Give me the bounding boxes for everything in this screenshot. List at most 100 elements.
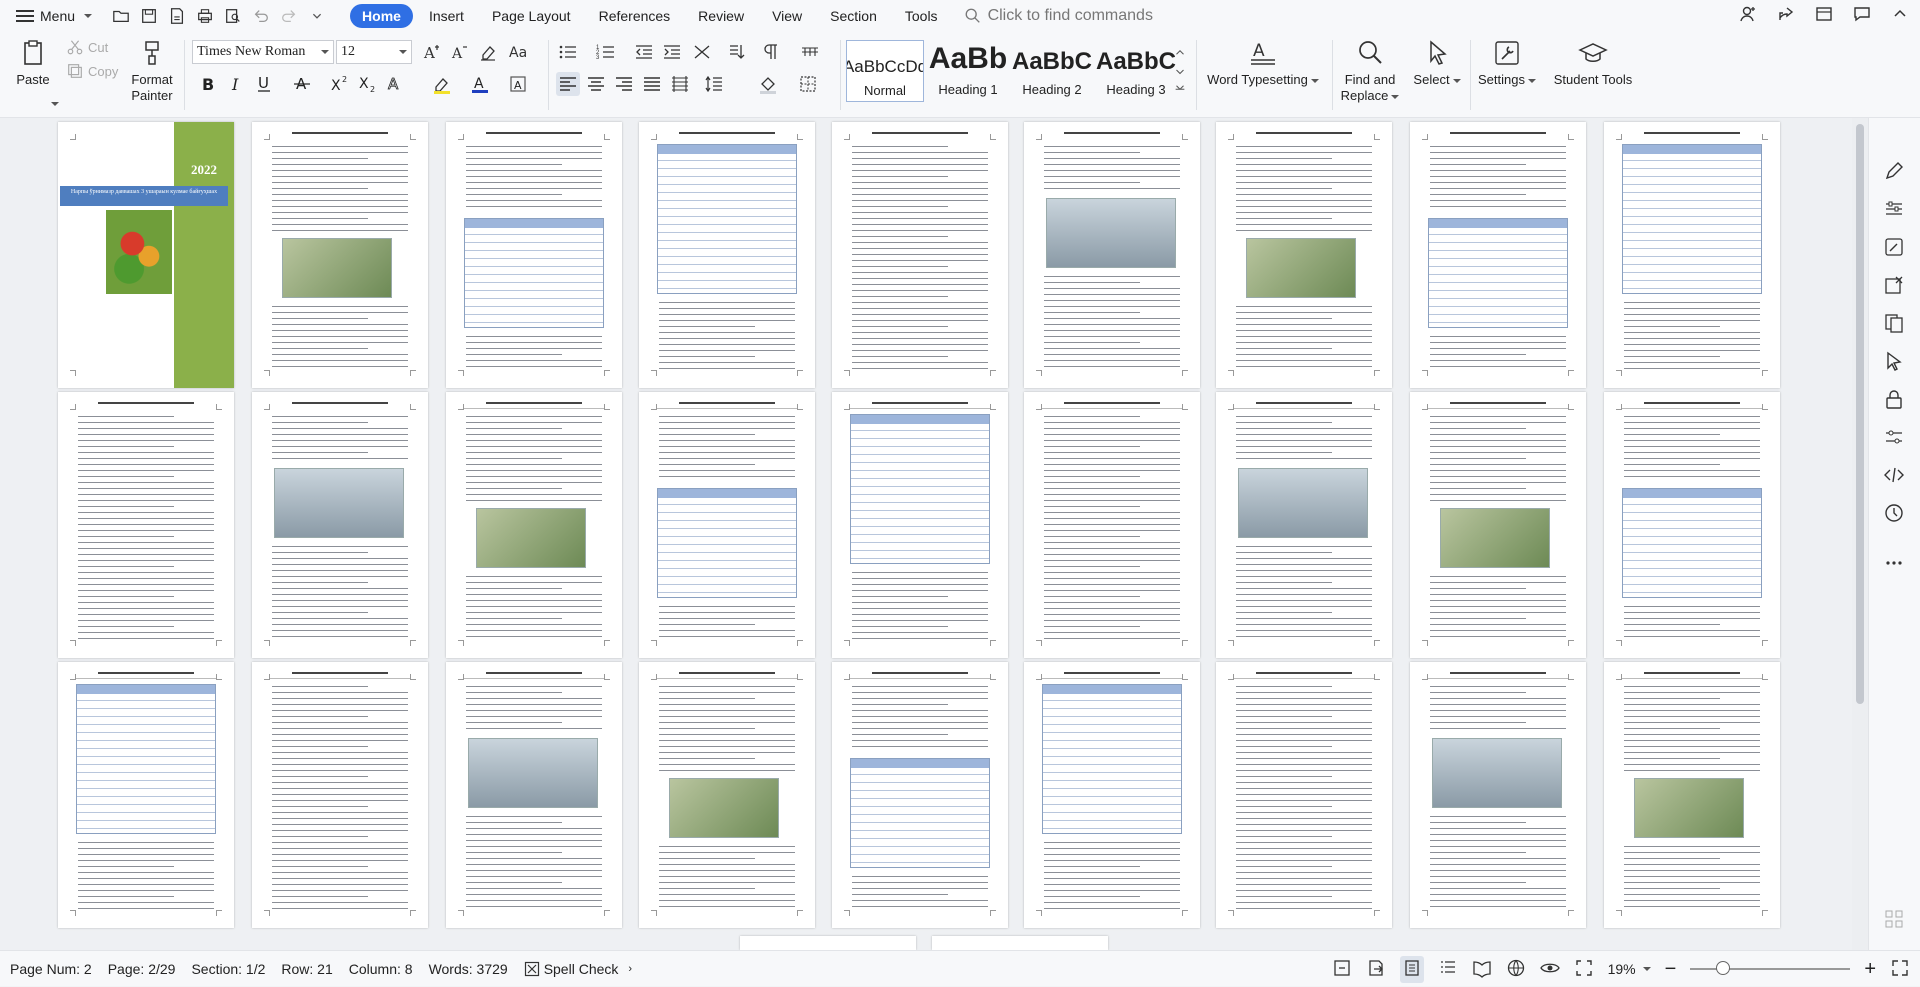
style-heading-2[interactable]: AaBbC Heading 2 (1012, 40, 1092, 102)
page-thumbnail[interactable] (58, 662, 234, 928)
tab-references[interactable]: References (587, 4, 683, 28)
highlight-icon[interactable] (430, 72, 454, 96)
page-thumbnail[interactable] (1604, 122, 1780, 388)
status-page-num[interactable]: Page Num: 2 (10, 961, 92, 977)
page-thumbnail[interactable] (1216, 392, 1392, 658)
print-preview-icon[interactable] (222, 5, 244, 27)
select-button[interactable]: Select (1408, 36, 1466, 88)
page-thumbnail[interactable] (1410, 122, 1586, 388)
page-thumbnail[interactable] (252, 392, 428, 658)
copy-button[interactable]: Copy (66, 62, 118, 80)
export-icon[interactable] (1366, 958, 1386, 981)
page-thumbnail[interactable] (446, 662, 622, 928)
scrollbar-thumb[interactable] (1856, 124, 1864, 704)
customize-toolbar-icon[interactable] (306, 5, 328, 27)
increase-indent-icon[interactable] (660, 40, 684, 64)
lock-icon[interactable] (1883, 388, 1907, 412)
page-thumbnail[interactable] (446, 122, 622, 388)
page-thumbnail[interactable] (1024, 122, 1200, 388)
page-view-icon[interactable] (1399, 955, 1424, 983)
bullets-icon[interactable] (556, 40, 580, 64)
decrease-indent-icon[interactable] (632, 40, 656, 64)
style-heading-3[interactable]: AaBbC Heading 3 (1096, 40, 1176, 102)
justify-icon[interactable] (640, 72, 664, 96)
page-thumbnail[interactable] (639, 122, 815, 388)
tab-insert[interactable]: Insert (417, 4, 476, 28)
show-marks-icon[interactable] (760, 40, 784, 64)
page-thumbnail[interactable] (1024, 662, 1200, 928)
zoom-level[interactable]: 19% (1608, 961, 1651, 977)
text-effect-icon[interactable]: A (384, 72, 408, 96)
word-typesetting-button[interactable]: A Word Typesetting (1204, 36, 1322, 88)
page-thumbnail[interactable] (639, 662, 815, 928)
code-icon[interactable] (1883, 464, 1907, 488)
pointer-icon[interactable] (1883, 350, 1907, 374)
style-normal[interactable]: AaBbCcDd Normal (846, 40, 924, 102)
save-icon[interactable] (138, 5, 160, 27)
page-thumbnail[interactable] (58, 392, 234, 658)
focus-mode-icon[interactable] (1332, 958, 1352, 981)
char-border-icon[interactable]: A (506, 72, 530, 96)
eye-protection-icon[interactable] (1539, 958, 1560, 981)
edit-pen-icon[interactable] (1883, 160, 1907, 184)
tab-home[interactable]: Home (350, 4, 413, 28)
font-name-select[interactable]: Times New Roman (192, 40, 334, 64)
distribute-icon[interactable] (668, 72, 692, 96)
page-thumbnail[interactable] (1410, 662, 1586, 928)
adjust-icon[interactable] (1883, 426, 1907, 450)
change-case-icon[interactable]: Aa (506, 40, 540, 64)
style-brush-icon[interactable] (1883, 236, 1907, 260)
fit-page-icon[interactable] (1574, 958, 1594, 981)
subscript-icon[interactable]: X2 (356, 72, 380, 96)
paste-dropdown-icon[interactable] (51, 102, 59, 106)
page-thumbnail[interactable] (639, 392, 815, 658)
page-thumbnail[interactable] (1410, 392, 1586, 658)
settings-button[interactable]: Settings (1474, 36, 1540, 88)
underline-icon[interactable]: U (252, 72, 276, 96)
grid-apps-icon[interactable] (1883, 908, 1907, 932)
page-thumbnail[interactable] (1216, 122, 1392, 388)
undo-icon[interactable] (250, 5, 272, 27)
page-thumbnail[interactable] (1024, 392, 1200, 658)
tab-section[interactable]: Section (818, 4, 889, 28)
more-tools-icon[interactable] (1883, 552, 1907, 576)
student-tools-button[interactable]: Student Tools (1548, 36, 1638, 88)
find-replace-button[interactable]: Find and Replace (1336, 36, 1404, 104)
copy-pages-icon[interactable] (1883, 312, 1907, 336)
page-thumbnail[interactable] (252, 122, 428, 388)
reading-view-icon[interactable] (1472, 958, 1492, 981)
align-center-icon[interactable] (584, 72, 608, 96)
vertical-scrollbar[interactable] (1852, 118, 1868, 950)
collapse-ribbon-icon[interactable] (1890, 4, 1910, 29)
document-canvas[interactable]: 2022 Нарпы ўрнимазр даввашах 3 ушараын ку… (0, 118, 1852, 950)
align-right-icon[interactable] (612, 72, 636, 96)
page-thumbnail[interactable] (1604, 662, 1780, 928)
page-thumbnail[interactable] (832, 392, 1008, 658)
shrink-font-icon[interactable]: A (448, 40, 472, 64)
expand-icon[interactable] (1890, 958, 1910, 981)
font-color-icon[interactable]: A (468, 72, 492, 96)
bold-icon[interactable]: B (196, 72, 220, 96)
text-direction-icon[interactable] (690, 40, 714, 64)
numbering-icon[interactable]: 123 (594, 40, 618, 64)
page-thumbnail[interactable] (1604, 392, 1780, 658)
zoom-slider[interactable] (1690, 961, 1851, 975)
tab-tools[interactable]: Tools (893, 4, 950, 28)
spell-check-button[interactable]: Spell Check › (524, 961, 632, 977)
status-page[interactable]: Page: 2/29 (108, 961, 176, 977)
tab-stops-icon[interactable] (798, 40, 822, 64)
collaborate-icon[interactable] (1738, 4, 1758, 29)
styles-more-icon[interactable] (1172, 40, 1188, 100)
share-icon[interactable] (1776, 4, 1796, 29)
line-spacing-icon[interactable] (702, 72, 726, 96)
format-painter-button[interactable]: Format Painter (126, 36, 178, 104)
superscript-icon[interactable]: X2 (328, 72, 352, 96)
strikethrough-icon[interactable]: A (290, 72, 314, 96)
font-size-select[interactable]: 12 (336, 40, 412, 64)
page-thumbnail[interactable] (446, 392, 622, 658)
tab-page-layout[interactable]: Page Layout (480, 4, 583, 28)
align-left-icon[interactable] (556, 72, 580, 96)
page-thumbnail[interactable] (252, 662, 428, 928)
zoom-in-icon[interactable]: + (1864, 959, 1876, 979)
page-thumbnail[interactable] (1216, 662, 1392, 928)
